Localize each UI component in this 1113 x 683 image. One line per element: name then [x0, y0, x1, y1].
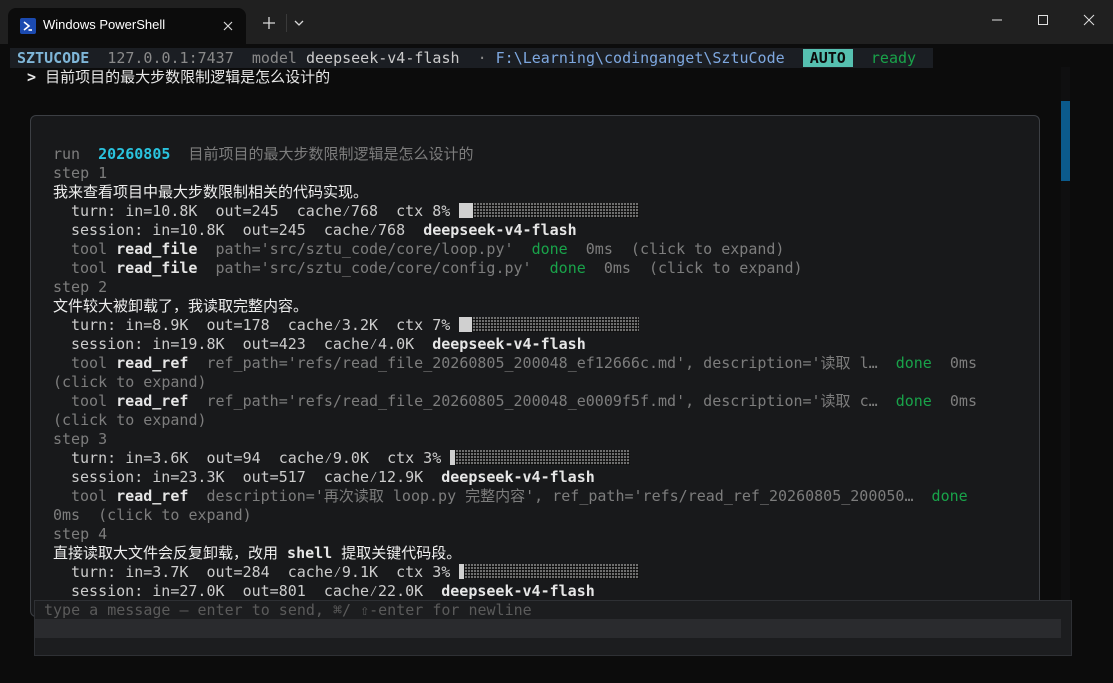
minimize-button[interactable] [974, 0, 1020, 40]
powershell-icon [20, 18, 36, 34]
working-directory: F:\Learning\codinganget\SztuCode [495, 49, 785, 67]
tool-call[interactable]: tool read_ref ref_path='refs/read_file_2… [53, 392, 1033, 411]
run-header: run 20260805 目前项目的最大步数限制逻辑是怎么设计的 [53, 145, 1033, 164]
chevron-down-icon[interactable] [288, 12, 310, 34]
model-label: model [251, 49, 297, 67]
window-close-button[interactable] [1066, 0, 1112, 40]
context-usage-bar [450, 449, 631, 465]
prompt-marker: > [27, 68, 37, 86]
click-to-expand[interactable]: (click to expand) [53, 411, 1033, 430]
tool-call[interactable]: tool read_ref ref_path='refs/read_file_2… [53, 354, 1033, 373]
status-bar: SZTUCODE 127.0.0.1:7437 model deepseek-v… [10, 48, 933, 68]
run-log: run 20260805 目前项目的最大步数限制逻辑是怎么设计的 step 1 … [53, 145, 1033, 601]
step-label: step 3 [53, 430, 108, 448]
run-id: 20260805 [98, 145, 171, 163]
input-line[interactable] [35, 619, 1061, 638]
mode-badge: AUTO [802, 49, 853, 67]
model-name: deepseek-v4-flash [306, 49, 460, 67]
click-to-expand[interactable]: (click to expand) [53, 373, 1033, 392]
tool-call-continued[interactable]: 0ms (click to expand) [53, 506, 1033, 525]
session-stats: session: in=23.3K out=517 cache⁄12.9K de… [71, 468, 595, 486]
tool-call[interactable]: tool read_file path='src/sztu_code/core/… [53, 259, 1033, 278]
step-label: step 1 [53, 164, 108, 182]
maximize-button[interactable] [1020, 0, 1066, 40]
context-usage-bar [459, 202, 640, 218]
message-input[interactable]: type a message — enter to send, ⌘/ ⇧-ent… [34, 600, 1072, 656]
context-usage-bar [459, 563, 640, 579]
plus-icon[interactable] [258, 12, 280, 34]
close-icon[interactable] [218, 16, 238, 36]
user-prompt: > 目前项目的最大步数限制逻辑是怎么设计的 [27, 68, 330, 87]
message-input-placeholder[interactable]: type a message — enter to send, ⌘/ ⇧-ent… [44, 601, 532, 620]
tab-title: Windows PowerShell [43, 17, 166, 32]
session-stats: session: in=27.0K out=801 cache⁄22.0K de… [71, 582, 595, 600]
terminal[interactable]: SZTUCODE 127.0.0.1:7437 model deepseek-v… [0, 44, 1113, 683]
minimize-icon [992, 19, 1002, 21]
step-message: 文件较大被卸载了，我读取完整内容。 [53, 297, 309, 315]
run-label: run [53, 145, 81, 163]
step-message: 我来查看项目中最大步数限制相关的代码实现。 [53, 183, 369, 201]
tool-call[interactable]: tool read_ref description='再次读取 loop.py … [53, 487, 1033, 506]
close-icon [1083, 14, 1095, 26]
status-badge: ready [870, 49, 917, 67]
tool-call[interactable]: tool read_file path='src/sztu_code/core/… [53, 240, 1033, 259]
app-brand: SZTUCODE [17, 49, 90, 67]
scrollbar[interactable] [1061, 67, 1070, 600]
step-label: step 4 [53, 525, 108, 543]
turn-stats: turn: in=10.8K out=245 cache⁄768 ctx 8% [53, 202, 1033, 221]
title-bar: Windows PowerShell [0, 0, 1113, 44]
tab-divider [286, 14, 287, 32]
tab-windows-powershell[interactable]: Windows PowerShell [8, 8, 246, 44]
turn-stats: turn: in=8.9K out=178 cache⁄3.2K ctx 7% [53, 316, 1033, 335]
scrollbar-thumb[interactable] [1061, 101, 1070, 181]
turn-stats: turn: in=3.7K out=284 cache⁄9.1K ctx 3% [53, 563, 1033, 582]
turn-stats: turn: in=3.6K out=94 cache⁄9.0K ctx 3% [53, 449, 1033, 468]
session-stats: session: in=19.8K out=423 cache⁄4.0K dee… [71, 335, 586, 353]
step-label: step 2 [53, 278, 108, 296]
run-title: 目前项目的最大步数限制逻辑是怎么设计的 [188, 145, 474, 163]
maximize-icon [1038, 15, 1048, 25]
step-message: 直接读取大文件会反复卸载，改用 shell 提取关键代码段。 [53, 544, 462, 562]
server-address: 127.0.0.1:7437 [107, 49, 234, 67]
status-separator: · [477, 49, 487, 67]
run-panel: run 20260805 目前项目的最大步数限制逻辑是怎么设计的 step 1 … [30, 115, 1040, 617]
session-stats: session: in=10.8K out=245 cache⁄768 deep… [71, 221, 577, 239]
context-usage-bar [459, 316, 640, 332]
prompt-text: 目前项目的最大步数限制逻辑是怎么设计的 [45, 68, 331, 86]
